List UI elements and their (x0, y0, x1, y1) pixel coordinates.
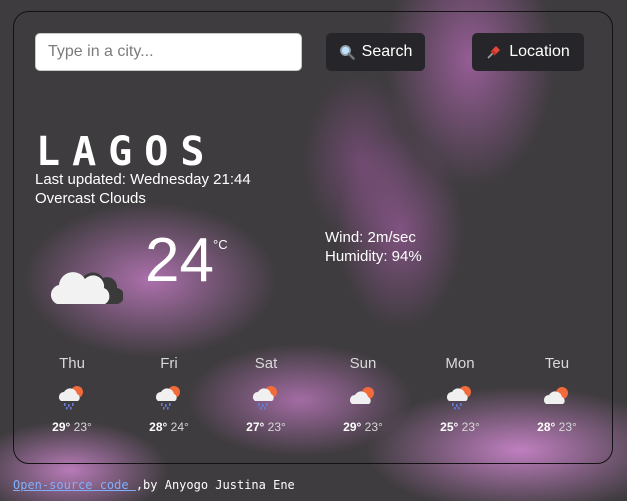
rain-cloud-sun-icon (447, 386, 471, 410)
forecast-max: 27° (246, 420, 265, 434)
forecast-temps: 25° 23° (412, 420, 508, 434)
forecast-max: 28° (149, 420, 168, 434)
city-name: LAGOS (36, 129, 217, 175)
forecast-row: Thu 29° 23° Fri 28° 24° Sat 27° 23° Sun … (24, 354, 607, 444)
forecast-day-name: Sat (254, 355, 278, 372)
forecast-min: 23° (558, 420, 577, 434)
location-button-label: Location (509, 43, 570, 60)
forecast-temps: 29° 23° (315, 420, 411, 434)
forecast-temps: 28° 24° (121, 420, 217, 434)
forecast-day: Mon 25° 23° (412, 354, 508, 434)
forecast-min: 23° (364, 420, 383, 434)
search-icon (339, 44, 355, 60)
open-source-link[interactable]: Open-source code (13, 478, 136, 492)
footer: Open-source code ,by Anyogo Justina Ene (13, 478, 295, 492)
search-button-label: Search (361, 43, 413, 60)
forecast-day-name: Teu (544, 355, 570, 372)
location-button[interactable]: Location (472, 33, 584, 71)
last-updated: Last updated: Wednesday 21:44 (35, 171, 251, 188)
overcast-clouds-icon (47, 256, 125, 313)
forecast-day-name: Sun (349, 355, 377, 372)
forecast-day: Fri 28° 24° (121, 354, 217, 434)
forecast-day-name: Mon (445, 355, 475, 372)
forecast-day: Thu 29° 23° (24, 354, 120, 434)
forecast-day: Teu 28° 23° (509, 354, 605, 434)
forecast-day-name: Fri (160, 355, 178, 372)
rain-cloud-sun-icon (156, 386, 180, 410)
weather-description: Overcast Clouds (35, 190, 146, 207)
rain-cloud-sun-icon (59, 386, 83, 410)
city-search-input[interactable] (35, 33, 302, 71)
forecast-temps: 28° 23° (509, 420, 605, 434)
pushpin-icon (486, 44, 502, 60)
forecast-day-name: Thu (59, 355, 85, 372)
temperature-unit: °C (213, 237, 228, 252)
cloud-sun-icon (544, 387, 568, 404)
current-temperature: 24 (145, 226, 214, 295)
forecast-max: 25° (440, 420, 459, 434)
forecast-max: 29° (343, 420, 362, 434)
weather-card: Search Location LAGOS Last updated: Wedn… (13, 11, 613, 464)
search-button[interactable]: Search (326, 33, 425, 71)
forecast-min: 24° (170, 420, 189, 434)
rain-cloud-sun-icon (253, 386, 277, 410)
forecast-day: Sat 27° 23° (218, 354, 314, 434)
forecast-temps: 29° 23° (24, 420, 120, 434)
forecast-min: 23° (461, 420, 480, 434)
forecast-min: 23° (73, 420, 92, 434)
forecast-max: 29° (52, 420, 71, 434)
footer-author: ,by Anyogo Justina Ene (135, 478, 295, 492)
forecast-day: Sun 29° 23° (315, 354, 411, 434)
forecast-min: 23° (267, 420, 286, 434)
cloud-sun-icon (350, 387, 374, 404)
wind-speed: Wind: 2m/sec (325, 229, 416, 246)
forecast-temps: 27° 23° (218, 420, 314, 434)
humidity: Humidity: 94% (325, 248, 422, 265)
forecast-max: 28° (537, 420, 556, 434)
